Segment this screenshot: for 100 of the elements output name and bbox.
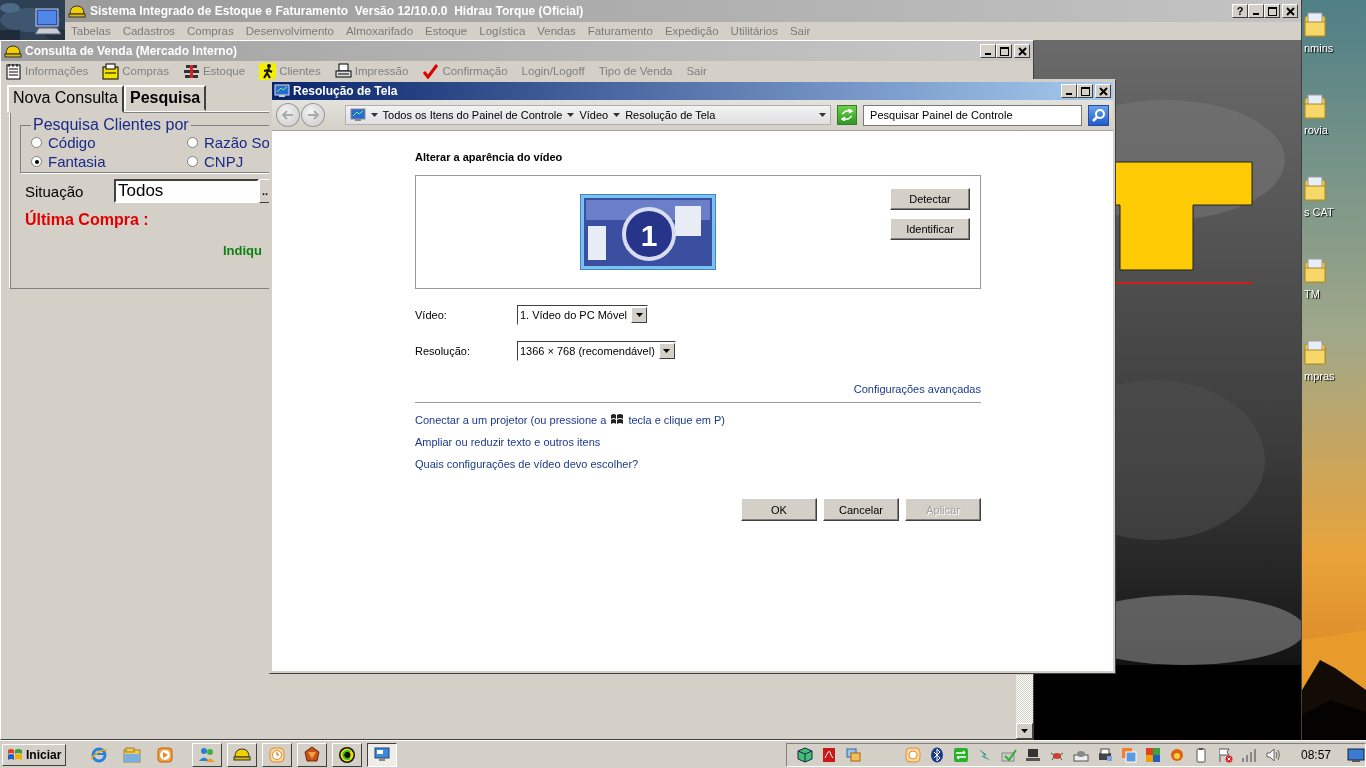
dialog-button[interactable]: OK	[741, 498, 817, 521]
search-button[interactable]	[1088, 104, 1109, 126]
browser-icon	[90, 745, 109, 764]
side-button[interactable]: Detectar	[890, 188, 970, 210]
projector-link[interactable]: tecla e clique em P)	[628, 413, 725, 426]
toolbar-item[interactable]: Confirmação	[442, 65, 508, 77]
help-link[interactable]: Ampliar ou reduzir texto e outros itens	[415, 436, 981, 448]
menu-item[interactable]: Vendas	[531, 25, 582, 37]
menu-item[interactable]: Tabelas	[65, 25, 117, 37]
stack-icon	[182, 62, 200, 80]
tab[interactable]: Nova Consulta	[7, 85, 124, 113]
radio-label[interactable]: CNPJ	[204, 153, 244, 170]
grid-logo-icon	[1144, 746, 1161, 763]
toolbar-item[interactable]: Sair	[686, 65, 707, 77]
toolbar-item[interactable]: Clientes	[279, 65, 321, 77]
toolbar-item[interactable]: Compras	[122, 65, 169, 77]
clock-icon	[268, 745, 287, 764]
radio-label[interactable]: Código	[48, 134, 96, 151]
helmet-icon	[233, 745, 252, 764]
volume-icon	[1264, 746, 1281, 763]
toolbar-item[interactable]: Estoque	[202, 65, 246, 77]
window-title: Sistema Integrado de Estoque e Faturamento Versão 12/10.0.0 Hidrau Torque (Oficial)	[90, 4, 585, 18]
close-icon	[1285, 6, 1295, 16]
helmet-icon	[4, 43, 22, 59]
projector-link[interactable]: Conectar a um projetor (ou pressione a	[415, 413, 607, 426]
help-button[interactable]: ?	[1232, 4, 1248, 18]
sync-icon	[952, 746, 969, 763]
box-icon	[102, 62, 120, 80]
close-button[interactable]	[1282, 4, 1298, 18]
menu-item[interactable]: Sair	[783, 25, 817, 37]
minimize-button[interactable]	[1061, 84, 1077, 98]
breadcrumb-item[interactable]: Resolução de Tela	[625, 109, 716, 121]
printer-icon	[334, 62, 352, 80]
help-link[interactable]: Quais configurações de vídeo devo escolher?	[415, 458, 981, 470]
maximize-button[interactable]	[996, 44, 1012, 58]
status-field[interactable]: Todos	[114, 179, 259, 203]
breadcrumb-item[interactable]: Vídeo	[579, 109, 609, 121]
menu-item[interactable]: Desenvolvimento	[239, 25, 340, 37]
monitor-drawing[interactable]	[580, 194, 716, 270]
radio-button[interactable]	[187, 156, 198, 167]
field-label: Situação	[25, 182, 85, 200]
flag-error-icon	[1216, 746, 1233, 763]
radio-label[interactable]: Razão So	[204, 134, 270, 151]
close-icon	[1098, 86, 1108, 96]
menu-item[interactable]: Utilitários	[724, 25, 784, 37]
dropdown[interactable]: 1366 × 768 (recomendável)	[517, 341, 676, 361]
menu-item[interactable]: Faturamento	[581, 25, 659, 37]
start-button[interactable]: Iniciar	[2, 743, 67, 766]
maximize-icon	[1080, 86, 1090, 96]
radio-button[interactable]	[31, 137, 42, 148]
notepad-icon	[5, 62, 22, 80]
show-desktop-icon	[1347, 746, 1365, 763]
clock: 08:57	[1300, 747, 1331, 762]
menu-item[interactable]: Almoxarifado	[339, 25, 420, 37]
maximize-button[interactable]	[1077, 84, 1093, 98]
printer-icon	[1096, 746, 1113, 763]
folder-icon	[123, 745, 142, 764]
menu-item[interactable]: Estoque	[419, 25, 474, 37]
toolbar-item[interactable]: Impressão	[354, 65, 409, 77]
menu-item[interactable]: Cadastros	[116, 25, 182, 37]
helmet-icon	[68, 3, 86, 19]
advanced-settings-link[interactable]: Configurações avançadas	[853, 383, 981, 395]
laptop-icon	[1024, 746, 1041, 763]
group-title: Pesquisa Clientes por	[32, 116, 190, 134]
radio-button[interactable]	[187, 137, 198, 148]
quick-launch-button[interactable]	[90, 745, 109, 764]
dropdown-arrow-icon	[635, 313, 643, 317]
address-bar[interactable]: Todos os Itens do Painel de Controle Vídeo Resolução de Tela	[344, 105, 832, 125]
menu-item[interactable]: Compras	[181, 25, 240, 37]
display-settings-icon	[373, 745, 392, 764]
close-button[interactable]	[1095, 84, 1111, 98]
network-icon	[844, 746, 861, 763]
scrollbar[interactable]	[1016, 675, 1033, 739]
close-button[interactable]	[1014, 44, 1030, 58]
minimize-button[interactable]	[980, 44, 996, 58]
taskbar-button[interactable]	[367, 742, 398, 767]
forward-arrow-icon	[305, 109, 320, 121]
side-button[interactable]: Identificar	[890, 218, 970, 240]
quick-launch-button[interactable]	[156, 745, 175, 764]
toolbar-item[interactable]: Tipo de Venda	[598, 65, 673, 77]
dropdown[interactable]: 1. Vídeo do PC Móvel	[517, 305, 648, 325]
maximize-icon	[999, 46, 1009, 56]
menu-item[interactable]: Expedição	[658, 25, 725, 37]
breadcrumb-item[interactable]: Todos os Itens do Painel de Controle	[382, 109, 563, 121]
refresh-button[interactable]	[837, 105, 858, 125]
minimize-button[interactable]	[1248, 4, 1264, 18]
radio-label[interactable]: Fantasia	[48, 153, 106, 170]
caret-icon	[819, 113, 827, 117]
menu-item[interactable]: Logística	[473, 25, 532, 37]
close-icon	[1017, 46, 1027, 56]
maximize-button[interactable]	[1264, 4, 1280, 18]
toolbar-item[interactable]: Login/Logoff	[521, 65, 585, 77]
radio-button[interactable]	[31, 156, 42, 167]
search-field[interactable]: Pesquisar Painel de Controle	[863, 104, 1083, 126]
toolbar-item[interactable]: Informações	[25, 65, 89, 77]
pdf-icon	[820, 746, 837, 763]
bluetooth-icon	[928, 746, 945, 763]
refresh-icon	[840, 109, 855, 121]
tab[interactable]: Pesquisa	[123, 85, 207, 111]
dialog-button[interactable]: Cancelar	[823, 498, 899, 521]
